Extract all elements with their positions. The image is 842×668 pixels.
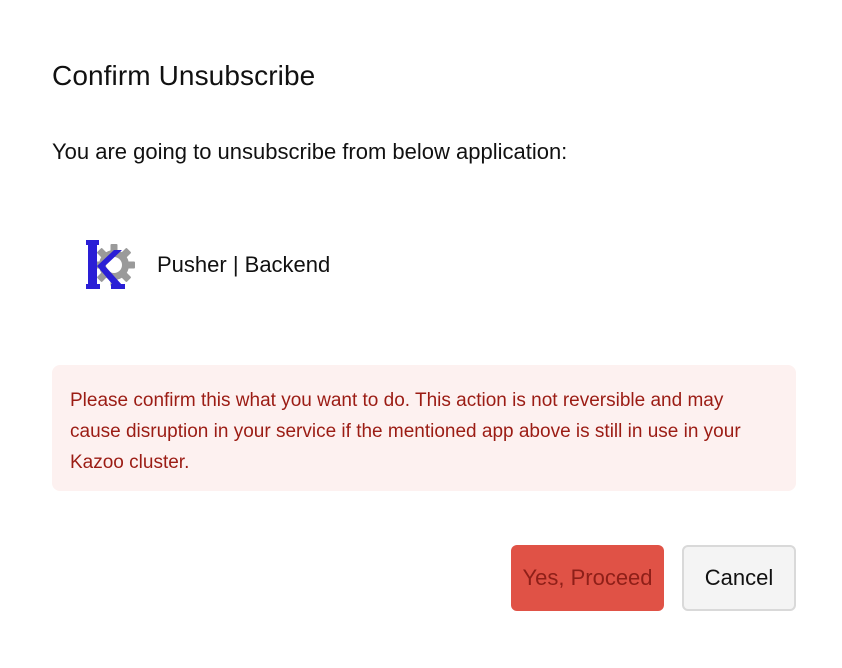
proceed-button[interactable]: Yes, Proceed <box>511 545 664 611</box>
app-name: Pusher | Backend <box>157 252 331 277</box>
app-row: Pusher | Backend <box>84 236 330 294</box>
dialog-intro-text: You are going to unsubscribe from below … <box>52 139 568 164</box>
cancel-button[interactable]: Cancel <box>682 545 796 611</box>
unsubscribe-dialog: Confirm Unsubscribe You are going to uns… <box>0 0 842 668</box>
dialog-actions: Yes, Proceed Cancel <box>511 545 796 611</box>
warning-text: Please confirm this what you want to do.… <box>70 390 741 473</box>
app-logo-icon <box>84 236 138 294</box>
dialog-title: Confirm Unsubscribe <box>52 60 316 91</box>
warning-alert: Please confirm this what you want to do.… <box>52 365 796 491</box>
